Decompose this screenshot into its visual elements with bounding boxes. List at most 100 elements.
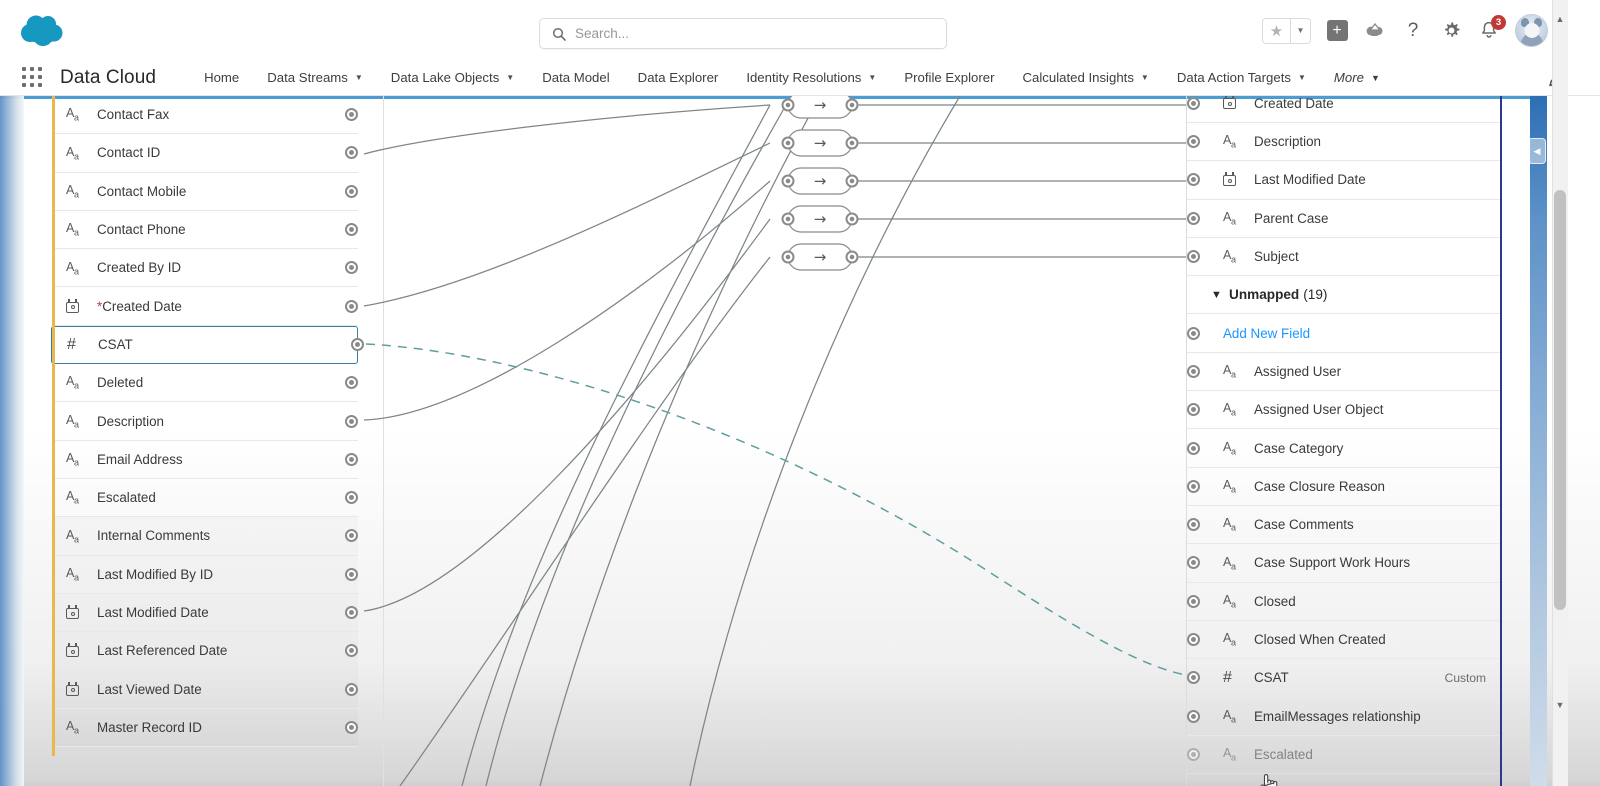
page-scrollbar-thumb[interactable]	[1554, 190, 1566, 610]
field-port[interactable]	[1187, 671, 1200, 685]
field-row-csat-selected[interactable]: # CSAT	[51, 325, 364, 365]
app-launcher-waffle-icon[interactable]	[22, 66, 44, 89]
add-new-field-link[interactable]: Add New Field	[1223, 326, 1500, 341]
field-mapping-canvas[interactable]: ◀ .wire { fill:none; stroke:#7d8589; str…	[0, 96, 1600, 786]
field-label: Contact ID	[97, 145, 161, 161]
field-row-master-record-id[interactable]: Aa Master Record ID	[52, 709, 358, 748]
nav-item-home[interactable]: Home	[190, 61, 253, 95]
source-field-list[interactable]: Aa Contact Fax Aa Contact ID Aa Contact …	[51, 96, 364, 786]
field-port[interactable]	[345, 606, 358, 619]
nav-item-identity-resolutions[interactable]: Identity Resolutions ▼	[732, 61, 890, 95]
gear-icon[interactable]	[1439, 19, 1463, 43]
target-row-subject[interactable]: Aa Subject	[1187, 238, 1500, 277]
field-port[interactable]	[345, 567, 358, 581]
field-port[interactable]	[1187, 747, 1200, 761]
field-row-email-address[interactable]: Aa Email Address	[52, 441, 358, 479]
field-row-contact-id[interactable]: Aa Contact ID	[52, 134, 358, 173]
chevron-down-icon[interactable]: ▼	[1290, 18, 1310, 43]
target-row-description[interactable]: Aa Description	[1187, 123, 1500, 162]
field-row-created-by-id[interactable]: Aa Created By ID	[52, 249, 358, 288]
nav-label: Data Lake Objects	[390, 70, 500, 85]
field-row-last-viewed-date[interactable]: Last Viewed Date	[52, 670, 358, 709]
target-row-parent-case[interactable]: Aa Parent Case	[1187, 200, 1500, 238]
chevron-down-icon[interactable]: ▼	[1211, 289, 1222, 301]
nav-item-data-model[interactable]: Data Model	[528, 61, 623, 95]
field-port[interactable]	[351, 338, 364, 352]
target-row-created-date[interactable]: Created Date	[1187, 96, 1500, 123]
target-row-case-category[interactable]: Aa Case Category	[1187, 429, 1500, 468]
nav-item-data-action-targets[interactable]: Data Action Targets ▼	[1163, 61, 1320, 95]
field-port[interactable]	[345, 414, 358, 428]
target-row-case-comments[interactable]: Aa Case Comments	[1187, 506, 1500, 545]
target-row-closed-when-created[interactable]: Aa Closed When Created	[1187, 621, 1500, 660]
favorites-button-group[interactable]: ★ ▼	[1262, 17, 1311, 44]
target-row-csat[interactable]: # CSAT Custom	[1187, 659, 1500, 698]
target-row-escalated[interactable]: Aa Escalated	[1187, 736, 1500, 775]
add-icon[interactable]: +	[1325, 19, 1349, 43]
field-row-description[interactable]: Aa Description	[52, 402, 358, 441]
field-port[interactable]	[1187, 173, 1200, 187]
target-row-closed[interactable]: Aa Closed	[1187, 583, 1500, 621]
field-row-contact-mobile[interactable]: Aa Contact Mobile	[52, 173, 358, 211]
field-row-last-modified-by-id[interactable]: Aa Last Modified By ID	[52, 556, 358, 594]
add-field-port-icon[interactable]	[1187, 326, 1200, 340]
salesforce-cloud-icon[interactable]	[16, 11, 72, 51]
user-avatar-icon[interactable]	[1515, 14, 1548, 47]
target-row-case-closure-reason[interactable]: Aa Case Closure Reason	[1187, 468, 1500, 506]
add-new-field-row[interactable]: Add New Field	[1187, 314, 1500, 353]
nav-item-profile-explorer[interactable]: Profile Explorer	[890, 61, 1008, 95]
field-port[interactable]	[1187, 633, 1200, 646]
field-port[interactable]	[345, 184, 358, 198]
field-port[interactable]	[345, 452, 358, 466]
field-port[interactable]	[1187, 211, 1200, 225]
group-label: Unmapped	[1229, 287, 1300, 303]
text-field-icon: Aa	[1223, 401, 1236, 418]
nav-item-data-streams[interactable]: Data Streams ▼	[253, 61, 377, 95]
global-search-box[interactable]	[539, 18, 947, 49]
nav-item-calculated-insights[interactable]: Calculated Insights ▼	[1008, 61, 1162, 95]
help-icon[interactable]: ?	[1401, 19, 1425, 43]
target-row-last-modified-date[interactable]: Last Modified Date	[1187, 161, 1500, 200]
field-port[interactable]	[1187, 556, 1200, 570]
field-port[interactable]	[1187, 364, 1200, 378]
field-row-contact-fax[interactable]: Aa Contact Fax	[52, 96, 358, 135]
field-row-last-referenced-date[interactable]: Last Referenced Date	[52, 632, 358, 671]
field-row-internal-comments[interactable]: Aa Internal Comments	[52, 517, 358, 556]
app-name-label: Data Cloud	[60, 66, 157, 88]
field-port[interactable]	[345, 720, 358, 734]
nav-item-more[interactable]: More ▼	[1320, 61, 1394, 95]
scroll-up-arrow-icon[interactable]: ▲	[1555, 14, 1565, 24]
field-row-last-modified-date[interactable]: Last Modified Date	[52, 594, 358, 633]
field-port[interactable]	[1187, 479, 1200, 493]
target-row-emailmessages-relationship[interactable]: Aa EmailMessages relationship	[1187, 697, 1500, 736]
chevron-left-icon[interactable]: ◀	[1528, 138, 1546, 164]
field-port[interactable]	[345, 223, 358, 237]
field-port[interactable]	[1187, 441, 1200, 455]
scroll-down-arrow-icon[interactable]: ▼	[1555, 700, 1565, 710]
field-row-created-date[interactable]: *Created Date	[52, 287, 358, 326]
field-port[interactable]	[1187, 518, 1200, 532]
field-row-deleted[interactable]: Aa Deleted	[52, 364, 358, 403]
target-row-assigned-user[interactable]: Aa Assigned User	[1187, 353, 1500, 392]
field-port[interactable]	[1187, 709, 1200, 723]
target-field-list[interactable]: Created Date Aa Description Last Modifie…	[1187, 96, 1500, 786]
field-port[interactable]	[345, 682, 358, 696]
field-port[interactable]	[1187, 594, 1200, 608]
star-icon[interactable]: ★	[1263, 19, 1290, 43]
cloud-setup-icon[interactable]	[1363, 19, 1387, 43]
field-port[interactable]	[1187, 403, 1200, 417]
search-input[interactable]	[575, 26, 905, 41]
nav-item-data-lake-objects[interactable]: Data Lake Objects ▼	[377, 61, 528, 95]
field-row-escalated[interactable]: Aa Escalated	[52, 479, 358, 518]
nav-item-data-explorer[interactable]: Data Explorer	[624, 61, 733, 95]
text-field-icon: Aa	[1223, 478, 1236, 495]
target-row-assigned-user-object[interactable]: Aa Assigned User Object	[1187, 391, 1500, 430]
field-port[interactable]	[1187, 250, 1200, 264]
notifications-bell-icon[interactable]: 3	[1477, 14, 1506, 43]
field-port[interactable]	[1187, 97, 1200, 110]
unmapped-group-header[interactable]: ▼ Unmapped (19)	[1187, 276, 1500, 315]
field-row-contact-phone[interactable]: Aa Contact Phone	[52, 211, 358, 250]
field-port[interactable]	[345, 299, 358, 313]
target-row-case-support-work-hours[interactable]: Aa Case Support Work Hours	[1187, 544, 1500, 583]
field-port[interactable]	[1187, 135, 1200, 149]
